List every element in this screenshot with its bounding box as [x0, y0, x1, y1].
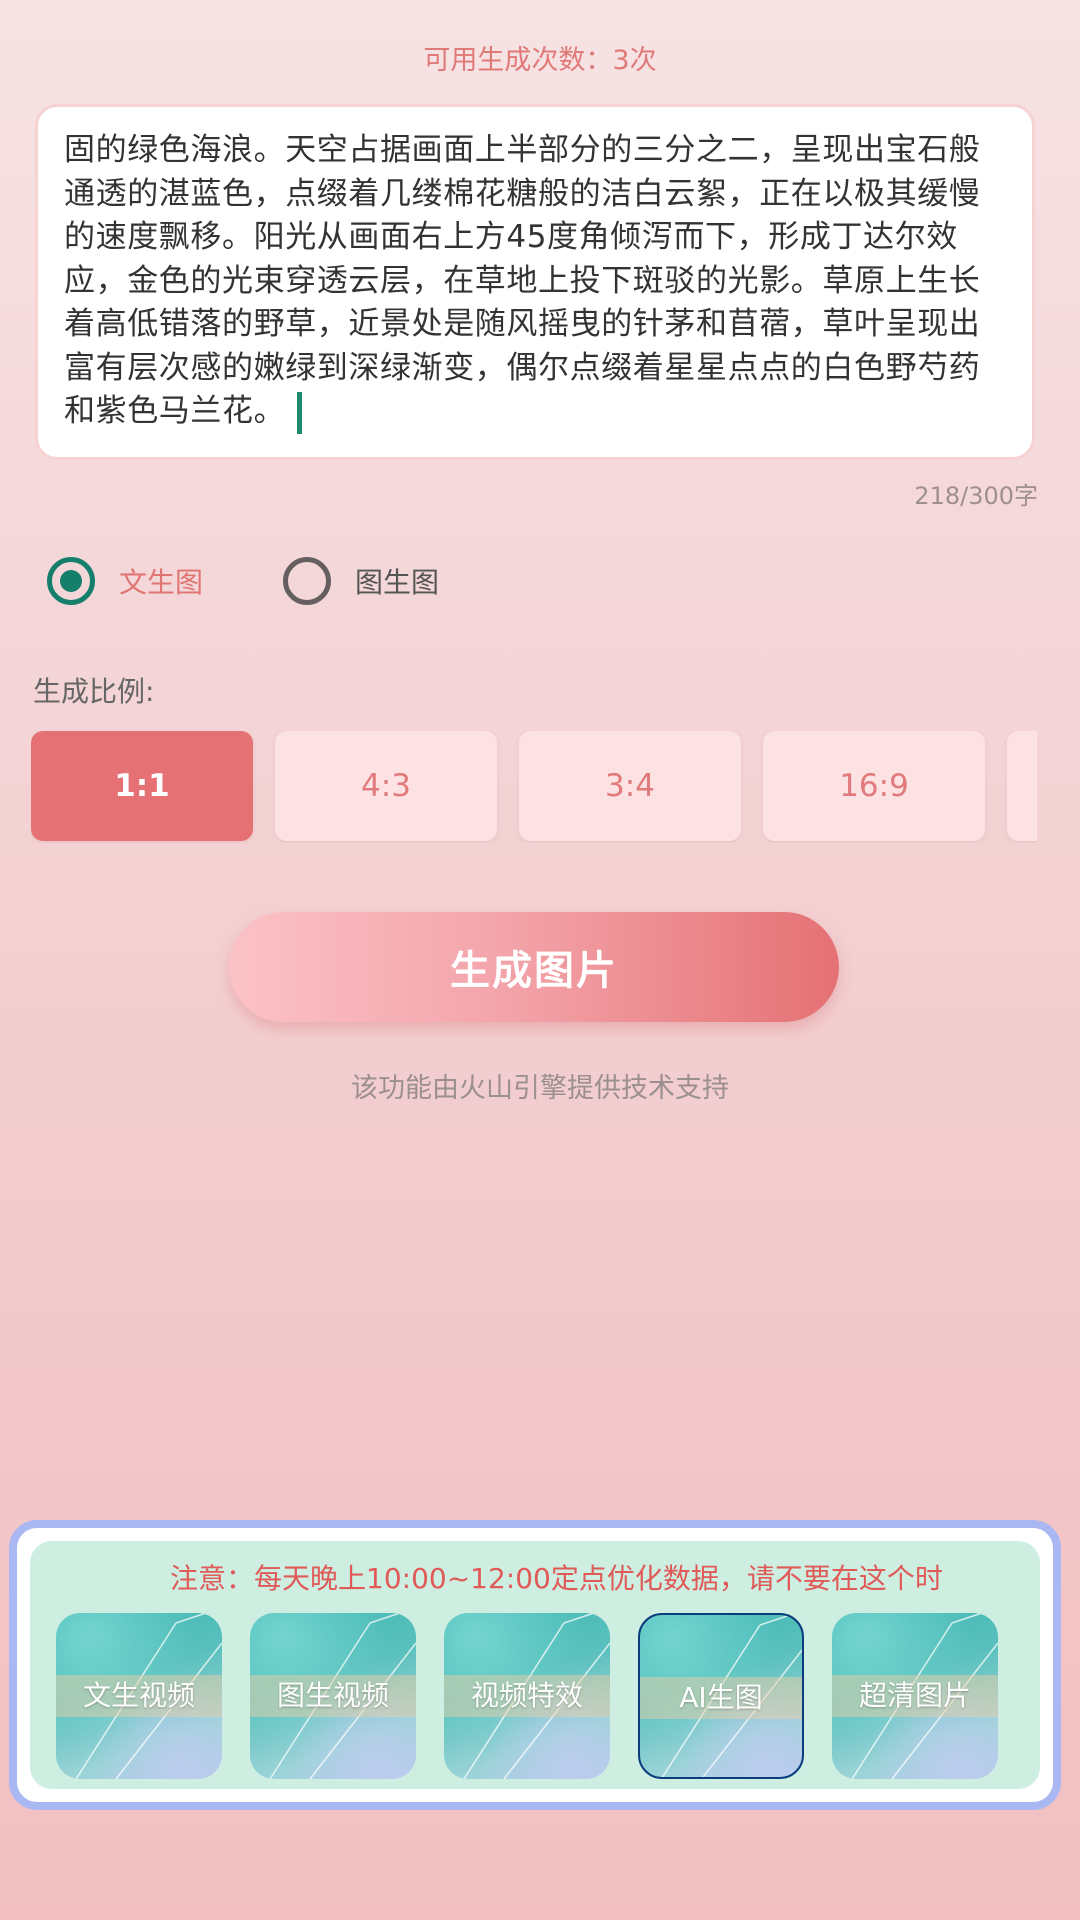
- feature-label: 文生视频: [82, 1679, 195, 1712]
- generation-quota-text: 可用生成次数：3次: [423, 45, 657, 76]
- mode-option-image-to-image[interactable]: 图生图: [283, 553, 439, 609]
- radio-checked-icon[interactable]: [47, 557, 95, 605]
- powered-by-text: 该功能由火山引擎提供技术支持: [351, 1073, 729, 1104]
- feature-image-to-video[interactable]: 图生视频: [250, 1613, 416, 1779]
- feature-text-to-video[interactable]: 文生视频: [56, 1613, 222, 1779]
- generate-image-button[interactable]: 生成图片: [229, 912, 839, 1022]
- feature-label: 超清图片: [858, 1679, 971, 1712]
- feature-video-effects[interactable]: 视频特效: [444, 1613, 610, 1779]
- ratio-option-partial[interactable]: [1007, 731, 1037, 841]
- ratio-option-16-9[interactable]: 16:9: [763, 731, 985, 841]
- feature-ai-image[interactable]: AI生图: [638, 1613, 804, 1779]
- feature-label: AI生图: [679, 1681, 763, 1714]
- ratio-selector: 1:1 4:3 3:4 16:9: [31, 731, 1037, 843]
- feature-hd-image[interactable]: 超清图片: [832, 1613, 998, 1779]
- text-cursor: [297, 391, 303, 434]
- ratio-option-4-3[interactable]: 4:3: [275, 731, 497, 841]
- mode-label: 图生图: [355, 566, 440, 599]
- mode-label: 文生图: [119, 566, 204, 599]
- ratio-option-3-4[interactable]: 3:4: [519, 731, 741, 841]
- prompt-text: 固的绿色海浪。天空占据画面上半部分的三分之二，呈现出宝石般通透的湛蓝色，点缀着几…: [64, 132, 981, 429]
- feature-panel: 注意：每天晚上10:00~12:00定点优化数据，请不要在这个时 文生视频 图生…: [9, 1520, 1061, 1810]
- feature-label: 视频特效: [470, 1679, 583, 1712]
- feature-label: 图生视频: [276, 1679, 389, 1712]
- ratio-title: 生成比例:: [33, 675, 155, 708]
- char-count: 218/300字: [914, 482, 1038, 510]
- feature-panel-inner: 注意：每天晚上10:00~12:00定点优化数据，请不要在这个时 文生视频 图生…: [30, 1541, 1040, 1789]
- radio-unchecked-icon[interactable]: [283, 557, 331, 605]
- mode-option-text-to-image[interactable]: 文生图: [47, 553, 203, 609]
- notice-marquee: 注意：每天晚上10:00~12:00定点优化数据，请不要在这个时: [170, 1562, 943, 1595]
- prompt-text-content: 固的绿色海浪。天空占据画面上半部分的三分之二，呈现出宝石般通透的湛蓝色，点缀着几…: [64, 129, 1006, 434]
- ratio-option-1-1[interactable]: 1:1: [31, 731, 253, 841]
- prompt-textarea[interactable]: 固的绿色海浪。天空占据画面上半部分的三分之二，呈现出宝石般通透的湛蓝色，点缀着几…: [35, 104, 1035, 460]
